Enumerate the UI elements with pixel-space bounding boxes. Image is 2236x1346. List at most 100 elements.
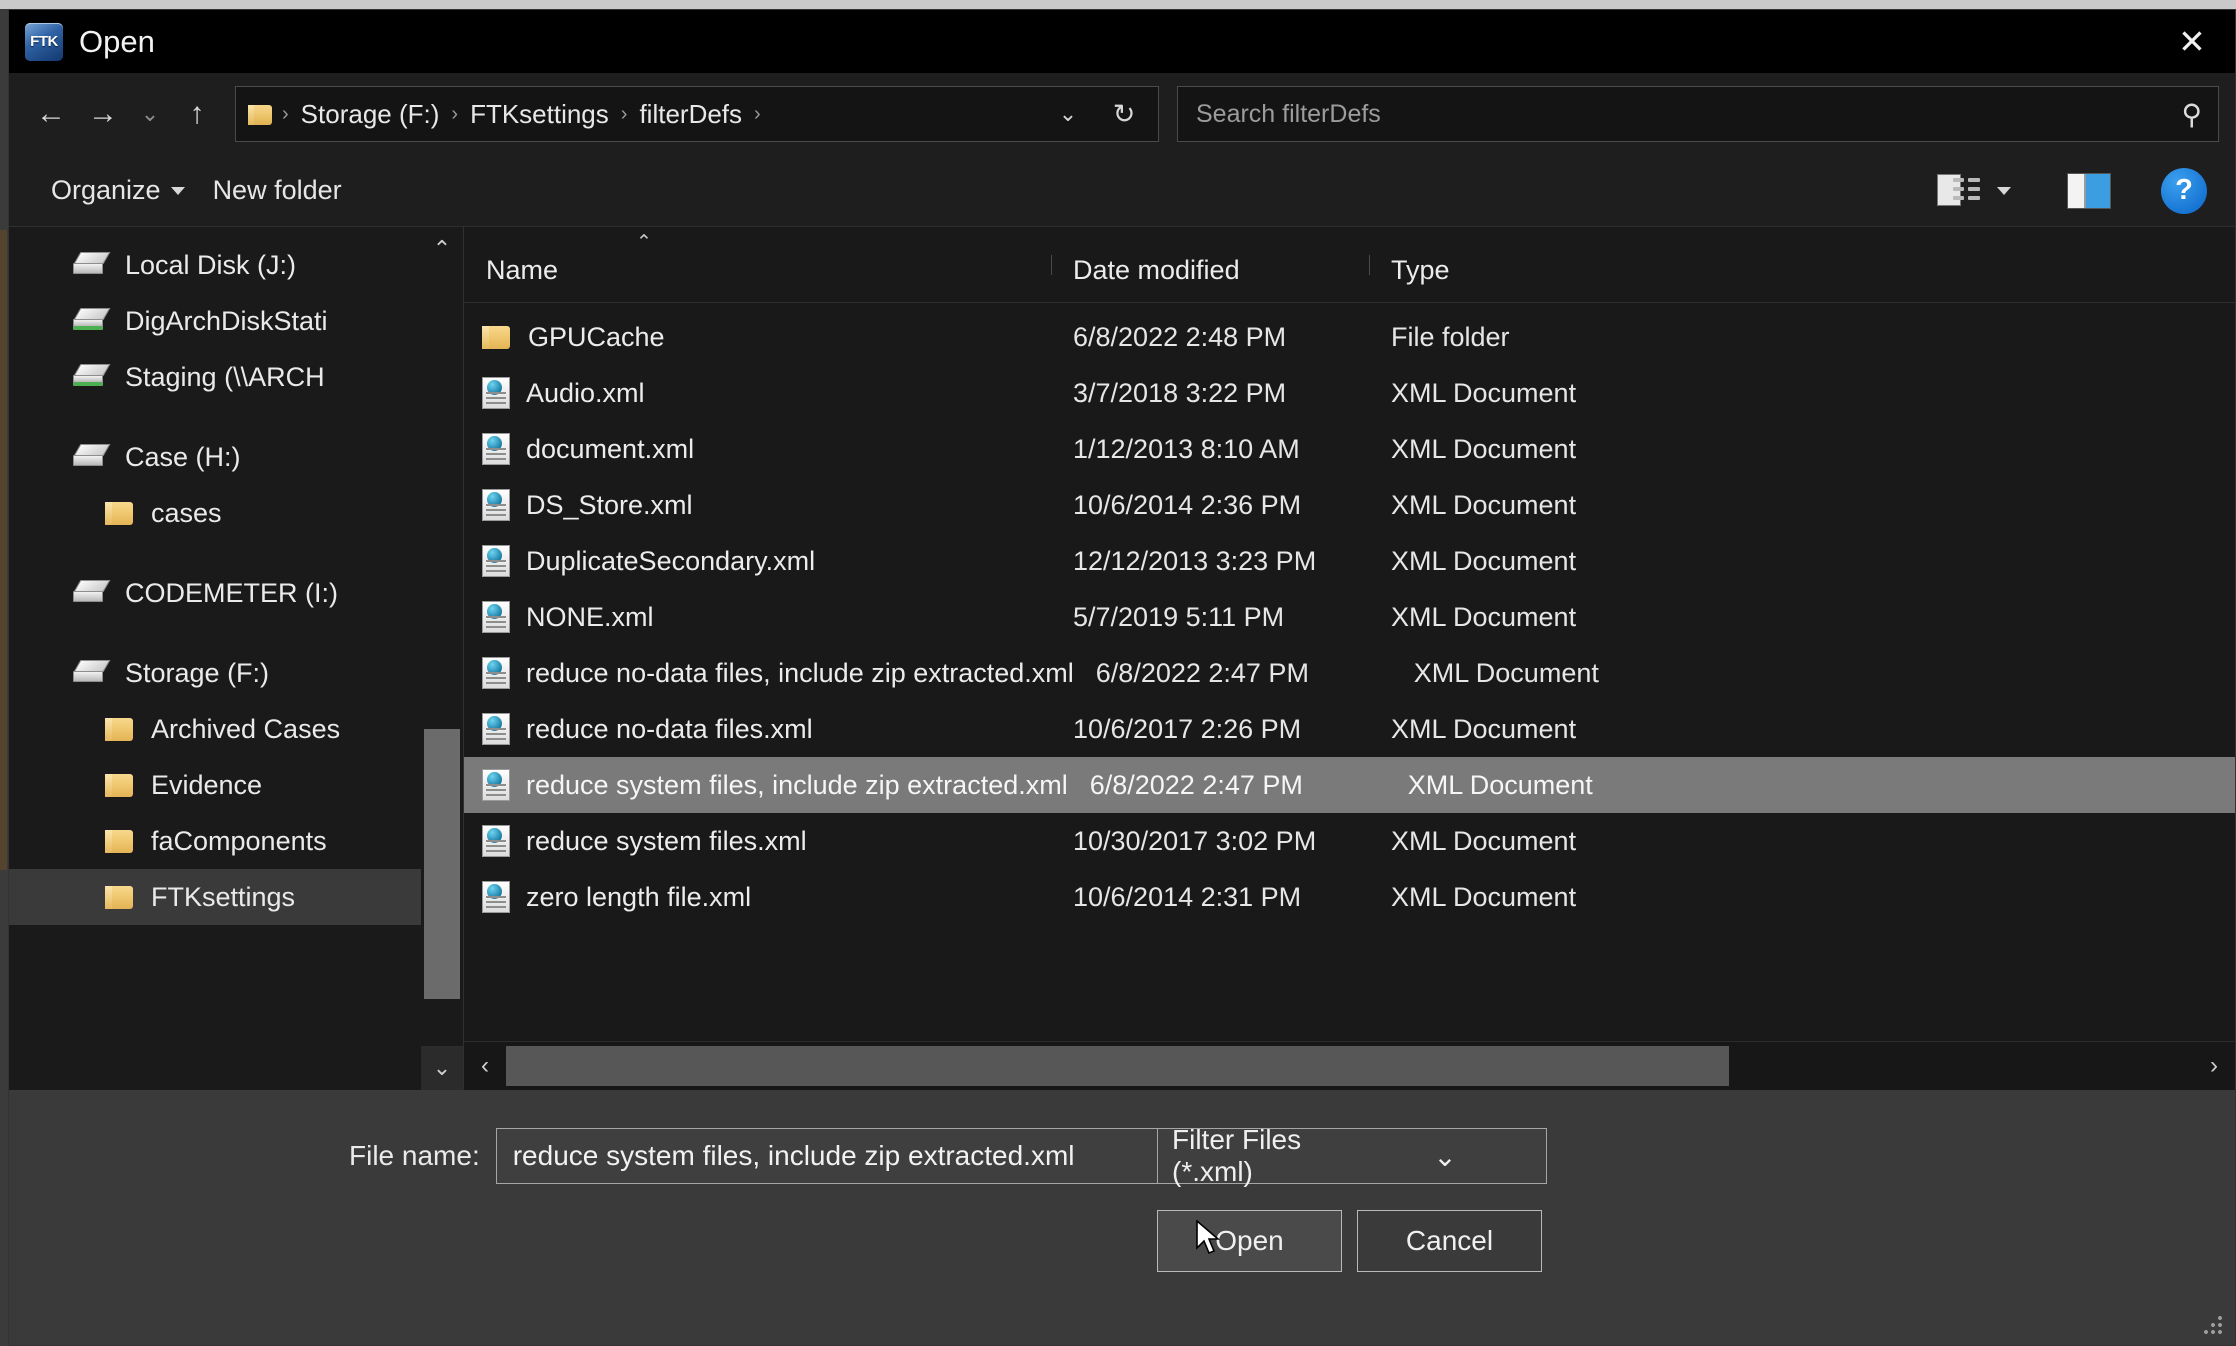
file-name-cell: NONE.xml bbox=[464, 601, 1051, 633]
xml-file-icon bbox=[482, 545, 510, 577]
search-icon: ⚲ bbox=[2181, 98, 2202, 130]
chevron-down-icon bbox=[170, 186, 185, 195]
help-icon[interactable]: ? bbox=[2161, 167, 2207, 214]
sidebar-item-evidence[interactable]: Evidence bbox=[9, 757, 463, 813]
file-name-text: reduce no-data files, include zip extrac… bbox=[526, 657, 1074, 688]
scroll-left-icon[interactable]: ‹ bbox=[464, 1042, 506, 1090]
sidebar-item-ftksettings[interactable]: FTKsettings bbox=[9, 869, 463, 925]
new-folder-button[interactable]: New folder bbox=[199, 169, 356, 212]
cancel-button[interactable]: Cancel bbox=[1357, 1210, 1542, 1272]
table-row[interactable]: GPUCache 6/8/2022 2:48 PM File folder bbox=[464, 309, 2235, 365]
breadcrumb-item-ftksettings[interactable]: FTKsettings bbox=[462, 95, 617, 134]
scroll-right-icon[interactable]: › bbox=[2193, 1042, 2235, 1090]
address-bar[interactable]: › Storage (F:) › FTKsettings › filterDef… bbox=[235, 86, 1159, 142]
breadcrumb-item-storage[interactable]: Storage (F:) bbox=[293, 95, 448, 134]
column-header-type[interactable]: Type bbox=[1369, 255, 2236, 302]
table-row[interactable]: document.xml 1/12/2013 8:10 AM XML Documen… bbox=[464, 421, 2235, 477]
file-name-text: document.xml bbox=[526, 433, 695, 464]
file-name-input[interactable] bbox=[510, 1139, 1211, 1173]
type-cell: XML Document bbox=[1391, 713, 1577, 744]
refresh-icon[interactable]: ↻ bbox=[1096, 87, 1152, 141]
tree-group-gap bbox=[9, 621, 463, 645]
file-type-filter-select[interactable]: Filter Files (*.xml) ⌄ bbox=[1157, 1124, 1547, 1187]
resize-grip[interactable] bbox=[2203, 1315, 2225, 1337]
sidebar-item-cases[interactable]: cases bbox=[9, 485, 463, 541]
file-name-cell: zero length file.xml bbox=[464, 881, 1051, 913]
back-icon[interactable]: ← bbox=[25, 88, 77, 140]
date-modified-cell: 6/8/2022 2:48 PM bbox=[1073, 321, 1287, 352]
file-name-cell: GPUCache bbox=[464, 322, 1051, 353]
open-button[interactable]: Open bbox=[1157, 1210, 1342, 1272]
table-row[interactable]: zero length file.xml 10/6/2014 2:31 PM XML… bbox=[464, 869, 2235, 925]
file-name-cell: Audio.xml bbox=[464, 377, 1051, 409]
sidebar-item-label: Storage (F:) bbox=[125, 657, 270, 688]
breadcrumb-item-filterdefs[interactable]: filterDefs bbox=[631, 95, 750, 134]
sort-ascending-icon: ⌃ bbox=[636, 232, 652, 253]
sidebar-item-staging-arch[interactable]: Staging (\\ARCH bbox=[9, 349, 463, 405]
tree-scroll-down-icon[interactable]: ⌄ bbox=[421, 1046, 463, 1090]
xml-file-icon bbox=[482, 769, 510, 801]
recent-locations-icon[interactable]: ⌄ bbox=[129, 88, 171, 140]
table-row[interactable]: reduce no-data files, include zip extrac… bbox=[464, 645, 2235, 701]
chevron-down-icon[interactable]: ⌄ bbox=[1040, 87, 1096, 141]
sidebar-item-label: Archived Cases bbox=[151, 713, 341, 744]
table-row[interactable]: DS_Store.xml 10/6/2014 2:36 PM XML Documen… bbox=[464, 477, 2235, 533]
file-name-cell: document.xml bbox=[464, 433, 1051, 465]
search-input[interactable] bbox=[1194, 98, 2174, 130]
xml-file-icon bbox=[482, 489, 510, 521]
date-modified-cell: 12/12/2013 3:23 PM bbox=[1073, 545, 1317, 576]
file-type-filter-value: Filter Files (*.xml) bbox=[1172, 1124, 1302, 1187]
forward-icon[interactable]: → bbox=[77, 88, 129, 140]
horizontal-scrollbar[interactable]: ‹ › bbox=[464, 1041, 2235, 1090]
close-icon[interactable]: ✕ bbox=[2149, 10, 2235, 73]
sidebar-item-label: FTKsettings bbox=[151, 881, 296, 912]
tree-scroll-up-icon[interactable]: ⌃ bbox=[421, 227, 463, 271]
up-icon[interactable]: ↑ bbox=[171, 88, 223, 140]
table-row[interactable]: NONE.xml 5/7/2019 5:11 PM XML Document bbox=[464, 589, 2235, 645]
table-row[interactable]: reduce system files, include zip extract… bbox=[464, 757, 2235, 813]
tree-group-gap bbox=[9, 541, 463, 565]
sidebar-item-storage-f[interactable]: Storage (F:) bbox=[9, 645, 463, 701]
sidebar-item-label: cases bbox=[151, 497, 222, 528]
tree-scrollbar-track[interactable] bbox=[421, 271, 463, 1046]
table-row[interactable]: reduce no-data files.xml 10/6/2017 2:26 P… bbox=[464, 701, 2235, 757]
sidebar-item-label: DigArchDiskStati bbox=[125, 305, 328, 336]
view-dropdown-icon[interactable] bbox=[1981, 174, 2027, 208]
organize-button[interactable]: Organize bbox=[37, 169, 199, 212]
sidebar-item-digarchdiskstati[interactable]: DigArchDiskStati bbox=[9, 293, 463, 349]
column-header-date-modified[interactable]: Date modified bbox=[1051, 255, 1369, 302]
folder-icon bbox=[105, 828, 135, 854]
sidebar-item-codemeter-i[interactable]: CODEMETER (I:) bbox=[9, 565, 463, 621]
search-box[interactable]: ⚲ bbox=[1177, 86, 2219, 142]
preview-pane-icon[interactable] bbox=[2067, 172, 2111, 209]
dialog-title: Open bbox=[79, 23, 155, 59]
preview-pane-right bbox=[2086, 173, 2110, 208]
column-header-row: ⌃ Name Date modified Type Siz bbox=[464, 227, 2235, 303]
xml-file-icon bbox=[482, 657, 510, 689]
drive-icon bbox=[73, 580, 111, 606]
tree-scrollbar-thumb[interactable] bbox=[424, 729, 460, 999]
file-name-combobox[interactable]: ⌄ bbox=[495, 1128, 1266, 1184]
preview-pane-left bbox=[2068, 173, 2086, 208]
sidebar-item-case-h[interactable]: Case (H:) bbox=[9, 429, 463, 485]
sidebar-item-archived-cases[interactable]: Archived Cases bbox=[9, 701, 463, 757]
table-row[interactable]: Audio.xml 3/7/2018 3:22 PM XML Document bbox=[464, 365, 2235, 421]
breadcrumb-separator-3: › bbox=[754, 102, 761, 125]
xml-file-icon bbox=[482, 377, 510, 409]
breadcrumb-separator-0: › bbox=[282, 102, 289, 125]
dialog-body: ⌃ ⌄ Local Disk (J:) DigArchDiskStati Stagi… bbox=[9, 227, 2235, 1090]
file-name-text: Audio.xml bbox=[526, 377, 645, 408]
date-modified-cell: 6/8/2022 2:47 PM bbox=[1095, 657, 1309, 688]
xml-file-icon bbox=[482, 433, 510, 465]
view-layout-icon[interactable] bbox=[1937, 173, 1981, 208]
table-row[interactable]: reduce system files.xml 10/30/2017 3:02 P… bbox=[464, 813, 2235, 869]
sidebar-item-local-disk-j[interactable]: Local Disk (J:) bbox=[9, 237, 463, 293]
table-row[interactable]: DuplicateSecondary.xml 12/12/2013 3:23 PM… bbox=[464, 533, 2235, 589]
file-name-cell: reduce system files.xml bbox=[464, 825, 1051, 857]
horizontal-scrollbar-thumb[interactable] bbox=[506, 1046, 1730, 1086]
horizontal-scrollbar-track[interactable] bbox=[506, 1042, 2193, 1090]
sidebar-item-facomponents[interactable]: faComponents bbox=[9, 813, 463, 869]
column-header-name[interactable]: Name bbox=[464, 255, 1051, 302]
organize-label: Organize bbox=[51, 175, 161, 205]
chevron-down-icon bbox=[1997, 186, 2011, 195]
